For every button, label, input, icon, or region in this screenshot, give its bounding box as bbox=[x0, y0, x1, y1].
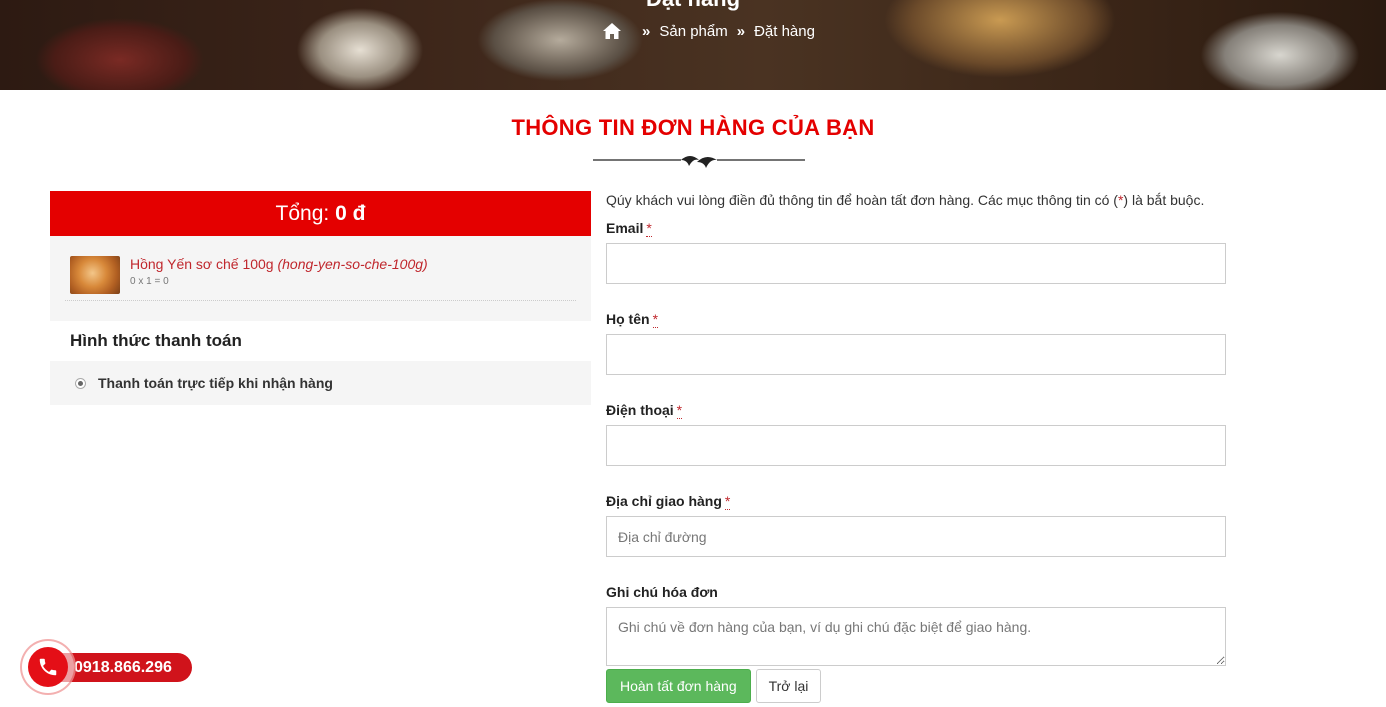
name-field[interactable] bbox=[606, 334, 1226, 375]
back-button[interactable]: Trở lại bbox=[755, 669, 822, 703]
page-banner: Đặt hàng » Sản phẩm » Đặt hàng bbox=[0, 0, 1386, 90]
product-thumbnail[interactable] bbox=[70, 256, 120, 294]
payment-radio[interactable] bbox=[75, 377, 86, 389]
cart-list: Hồng Yến sơ chế 100g (hong-yen-so-che-10… bbox=[50, 236, 591, 321]
banner-title: Đặt hàng bbox=[0, 0, 1386, 12]
required-mark: * bbox=[676, 402, 683, 419]
checkout-form: Qúy khách vui lòng điền đủ thông tin để … bbox=[606, 191, 1226, 666]
payment-method-title: Hình thức thanh toán bbox=[50, 321, 591, 361]
complete-order-button[interactable]: Hoàn tất đơn hàng bbox=[606, 669, 751, 703]
product-calc: 0 x 1 = 0 bbox=[130, 276, 169, 287]
required-mark: * bbox=[646, 220, 652, 237]
form-actions: Hoàn tất đơn hàng Trở lại bbox=[606, 669, 822, 703]
phone-icon bbox=[39, 658, 57, 676]
name-label: Họ tên * bbox=[606, 311, 659, 328]
required-mark: * bbox=[724, 493, 731, 510]
cart-item: Hồng Yến sơ chế 100g (hong-yen-so-che-10… bbox=[65, 236, 576, 301]
address-label: Địa chỉ giao hàng * bbox=[606, 493, 731, 510]
product-slug: (hong-yen-so-che-100g) bbox=[277, 256, 428, 272]
address-field[interactable] bbox=[606, 516, 1226, 557]
email-field[interactable] bbox=[606, 243, 1226, 284]
breadcrumb-separator: » bbox=[736, 22, 746, 40]
payment-option-label: Thanh toán trực tiếp khi nhận hàng bbox=[98, 375, 333, 391]
phone-icon[interactable] bbox=[28, 647, 68, 687]
hotline-widget[interactable]: 0918.866.296 bbox=[20, 639, 195, 695]
total-label: Tổng: bbox=[275, 202, 330, 225]
breadcrumb-current: Đặt hàng bbox=[754, 22, 815, 40]
breadcrumb: » Sản phẩm » Đặt hàng bbox=[603, 20, 815, 42]
email-label: Email * bbox=[606, 220, 652, 237]
breadcrumb-separator: » bbox=[642, 22, 651, 40]
required-mark: * bbox=[652, 311, 659, 328]
page-title: THÔNG TIN ĐƠN HÀNG CỦA BẠN bbox=[511, 115, 875, 140]
invoice-note-label: Ghi chú hóa đơn bbox=[606, 584, 718, 600]
order-total: Tổng: 0 đ bbox=[50, 191, 591, 236]
phone-field[interactable] bbox=[606, 425, 1226, 466]
total-value: 0 đ bbox=[335, 202, 366, 225]
payment-option-cod[interactable]: Thanh toán trực tiếp khi nhận hàng bbox=[50, 361, 591, 405]
swallow-divider-icon bbox=[593, 156, 805, 168]
product-name[interactable]: Hồng Yến sơ chế 100g (hong-yen-so-che-10… bbox=[130, 255, 428, 273]
home-icon[interactable] bbox=[603, 23, 621, 39]
breadcrumb-products-link[interactable]: Sản phẩm bbox=[659, 23, 727, 40]
order-summary: Tổng: 0 đ Hồng Yến sơ chế 100g (hong-yen… bbox=[50, 191, 591, 405]
invoice-note-field[interactable] bbox=[606, 607, 1226, 666]
form-instructions: Qúy khách vui lòng điền đủ thông tin để … bbox=[606, 192, 1205, 208]
phone-label: Điện thoại * bbox=[606, 402, 683, 419]
